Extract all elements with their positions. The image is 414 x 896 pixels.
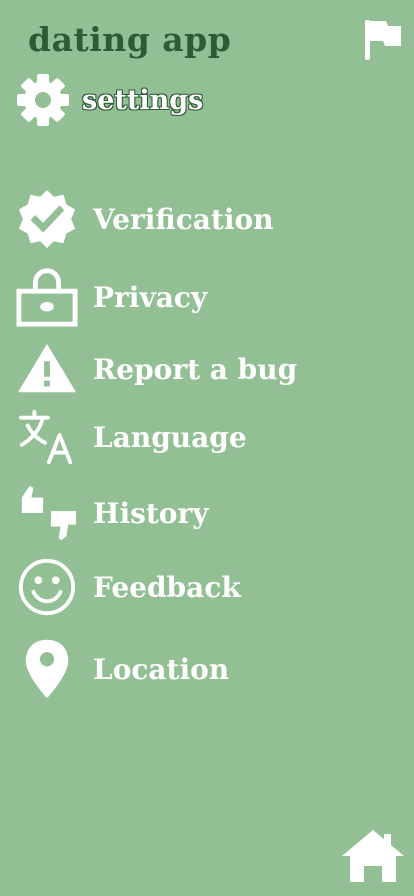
app-title: dating app (28, 20, 232, 59)
menu-item-location[interactable]: Location (14, 636, 229, 702)
menu-item-privacy[interactable]: Privacy (14, 264, 207, 330)
gear-icon (17, 74, 69, 126)
menu-item-language[interactable]: Language (14, 404, 247, 470)
menu-label-report-bug: Report a bug (93, 352, 298, 386)
verified-badge-icon (18, 189, 76, 249)
warning-icon (17, 343, 77, 393)
home-icon (342, 830, 404, 882)
thumbs-up-down-icon (21, 485, 77, 541)
menu-label-location: Location (93, 652, 230, 686)
menu-label-feedback: Feedback (93, 570, 241, 604)
menu-item-verification[interactable]: Verification (14, 186, 274, 252)
menu-label-history: History (93, 496, 209, 530)
location-pin-icon (25, 639, 69, 699)
menu-item-history[interactable]: History (14, 480, 209, 546)
menu-label-privacy: Privacy (93, 280, 208, 314)
flag-icon (365, 20, 401, 60)
lock-icon (16, 268, 78, 327)
menu-label-language: Language (93, 420, 247, 454)
menu-item-report-bug[interactable]: Report a bug (14, 336, 297, 402)
report-flag-button[interactable] (363, 18, 403, 62)
smiley-icon (18, 558, 76, 616)
menu-item-feedback[interactable]: Feedback (14, 554, 241, 620)
menu-label-verification: Verification (93, 202, 274, 236)
translate-icon (18, 409, 73, 465)
home-button[interactable] (340, 826, 406, 884)
settings-header: settings (14, 74, 203, 126)
settings-title: settings (82, 84, 204, 116)
